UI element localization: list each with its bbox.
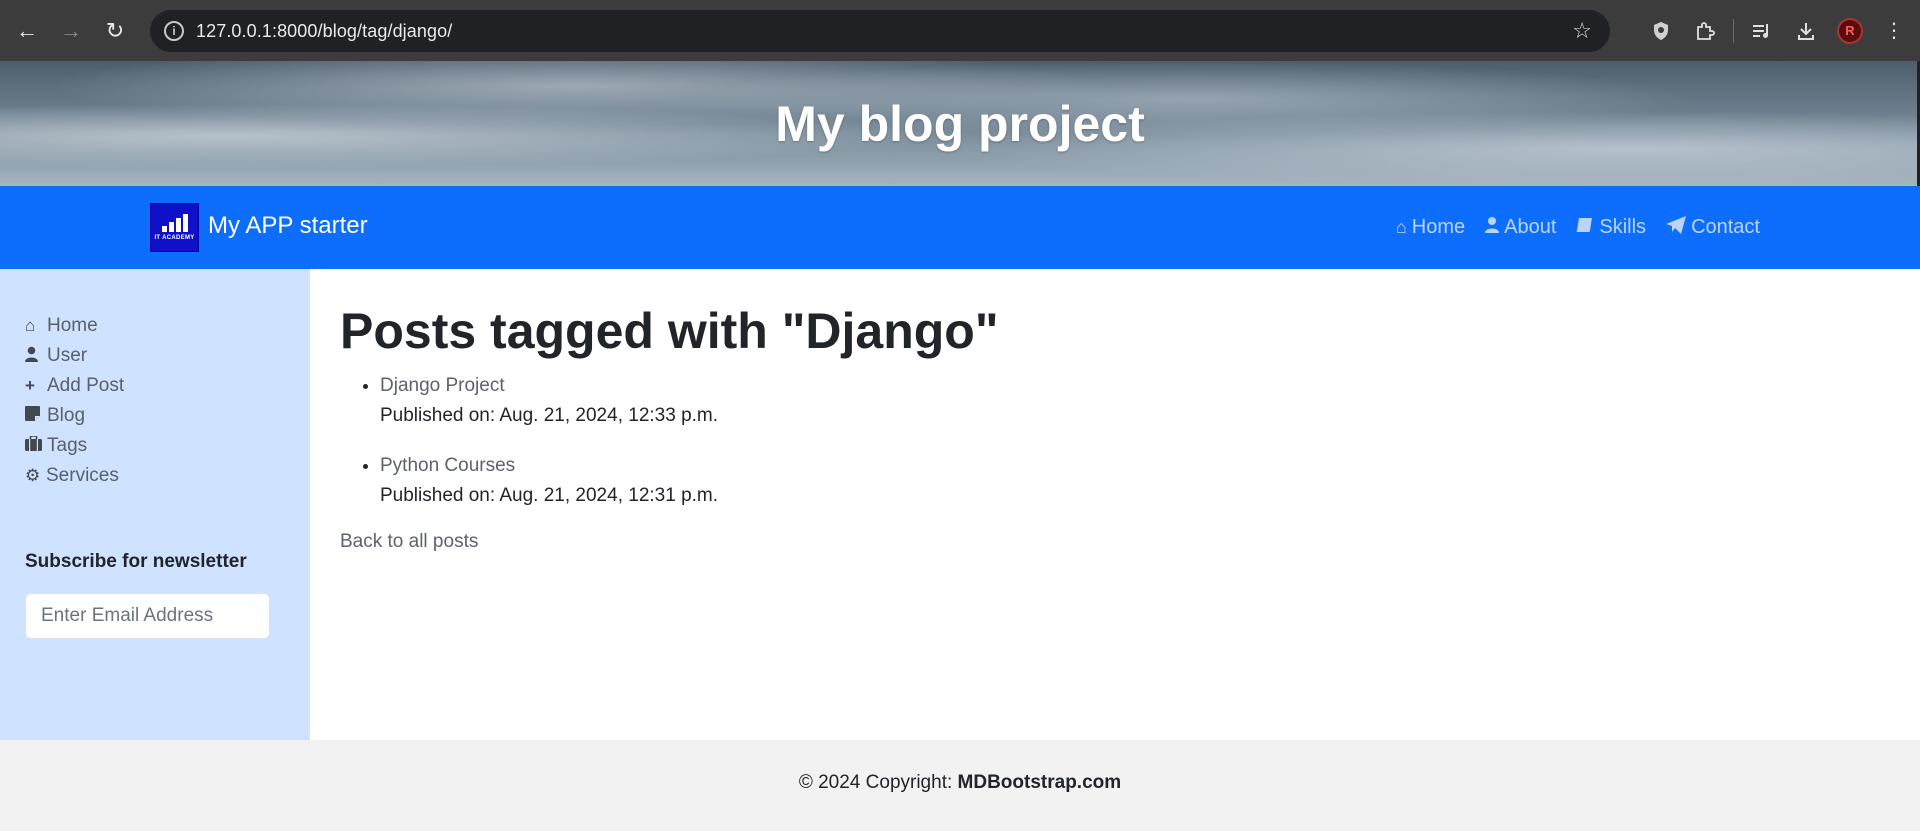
avatar: R bbox=[1837, 17, 1863, 44]
top-navbar: IT ACADEMY My APP starter ⌂ Home About S… bbox=[0, 186, 1920, 269]
bookmark-star-icon[interactable]: ☆ bbox=[1572, 18, 1592, 44]
back-button[interactable]: ← bbox=[6, 10, 48, 52]
sidebar-item-blog[interactable]: Blog bbox=[25, 401, 124, 431]
post-title-link[interactable]: Python Courses bbox=[380, 451, 718, 481]
nav-link-home[interactable]: ⌂ Home bbox=[1396, 216, 1465, 239]
menu-kebab-icon[interactable]: ⋮ bbox=[1872, 9, 1916, 53]
sidebar-item-add-post[interactable]: + Add Post bbox=[25, 371, 124, 401]
logo-bars bbox=[161, 214, 188, 232]
list-item: Django Project Published on: Aug. 21, 20… bbox=[380, 371, 718, 431]
extensions-area: R ⋮ bbox=[1639, 0, 1920, 61]
note-icon bbox=[25, 406, 47, 426]
sidebar: ⌂ Home User + Add Post Blog Tags ⚙ Servi… bbox=[0, 269, 310, 740]
media-queue-icon[interactable] bbox=[1740, 9, 1784, 53]
book-icon bbox=[1576, 217, 1594, 238]
nav-link-skills[interactable]: Skills bbox=[1576, 216, 1646, 239]
address-bar[interactable]: i 127.0.0.1:8000/blog/tag/django/ ☆ bbox=[150, 10, 1610, 52]
sidebar-item-label: Tags bbox=[47, 435, 88, 456]
logo-text: IT ACADEMY bbox=[154, 235, 195, 241]
gears-icon: ⚙ bbox=[25, 466, 41, 485]
home-icon: ⌂ bbox=[25, 316, 36, 335]
url-text[interactable]: 127.0.0.1:8000/blog/tag/django/ bbox=[196, 21, 452, 42]
arrow-left-icon: ← bbox=[16, 17, 38, 43]
navbar-links: ⌂ Home About Skills Contact bbox=[1396, 186, 1760, 269]
sidebar-item-label: User bbox=[47, 345, 88, 366]
sidebar-menu: ⌂ Home User + Add Post Blog Tags ⚙ Servi… bbox=[25, 311, 124, 491]
footer-site-link[interactable]: MDBootstrap.com bbox=[958, 772, 1122, 794]
browser-toolbar: ← → ↻ i 127.0.0.1:8000/blog/tag/django/ … bbox=[0, 0, 1920, 61]
footer: © 2024 Copyright: MDBootstrap.com bbox=[0, 740, 1920, 831]
site-info-icon[interactable]: i bbox=[164, 21, 184, 41]
nav-link-label: Skills bbox=[1599, 216, 1647, 238]
page-title: Posts tagged with "Django" bbox=[340, 303, 999, 359]
back-to-posts-link[interactable]: Back to all posts bbox=[340, 531, 478, 553]
user-icon bbox=[1485, 216, 1500, 239]
list-item: Python Courses Published on: Aug. 21, 20… bbox=[380, 451, 718, 511]
post-published-date: Published on: Aug. 21, 2024, 12:31 p.m. bbox=[380, 485, 719, 506]
sidebar-item-user[interactable]: User bbox=[25, 341, 124, 371]
hero-title: My blog project bbox=[775, 95, 1145, 152]
nav-link-label: Contact bbox=[1691, 216, 1760, 238]
sidebar-item-tags[interactable]: Tags bbox=[25, 431, 124, 461]
hero-banner: My blog project bbox=[0, 61, 1920, 186]
main-content: Posts tagged with "Django" Django Projec… bbox=[310, 269, 1920, 740]
forward-button[interactable]: → bbox=[50, 10, 92, 52]
arrow-right-icon: → bbox=[60, 17, 82, 43]
footer-copyright: © 2024 Copyright: bbox=[798, 771, 958, 793]
briefcase-icon bbox=[25, 435, 47, 456]
paper-plane-icon bbox=[1666, 216, 1687, 239]
reload-button[interactable]: ↻ bbox=[94, 10, 136, 52]
plus-icon: + bbox=[25, 376, 35, 395]
shield-extension-icon[interactable] bbox=[1639, 9, 1683, 53]
sidebar-item-label: Services bbox=[46, 465, 119, 486]
sidebar-item-label: Add Post bbox=[47, 375, 125, 396]
download-icon[interactable] bbox=[1784, 9, 1828, 53]
profile-avatar[interactable]: R bbox=[1828, 9, 1872, 53]
nav-link-contact[interactable]: Contact bbox=[1666, 216, 1760, 239]
sidebar-item-home[interactable]: ⌂ Home bbox=[25, 311, 124, 341]
home-icon: ⌂ bbox=[1395, 217, 1407, 237]
post-title-link[interactable]: Django Project bbox=[380, 371, 718, 401]
user-icon bbox=[25, 346, 47, 367]
post-published-date: Published on: Aug. 21, 2024, 12:33 p.m. bbox=[380, 405, 719, 426]
toolbar-separator bbox=[1733, 18, 1734, 43]
sidebar-item-label: Home bbox=[47, 315, 98, 336]
navbar-brand[interactable]: IT ACADEMY My APP starter bbox=[150, 203, 368, 252]
newsletter-title: Subscribe for newsletter bbox=[25, 551, 247, 572]
post-list: Django Project Published on: Aug. 21, 20… bbox=[340, 371, 718, 531]
sidebar-item-label: Blog bbox=[47, 405, 86, 426]
email-field[interactable] bbox=[25, 593, 270, 639]
nav-link-label: Home bbox=[1411, 216, 1466, 238]
nav-link-about[interactable]: About bbox=[1485, 216, 1556, 239]
brand-name[interactable]: My APP starter bbox=[208, 212, 368, 240]
puzzle-extensions-icon[interactable] bbox=[1683, 9, 1727, 53]
brand-logo: IT ACADEMY bbox=[150, 203, 199, 252]
nav-link-label: About bbox=[1504, 216, 1557, 238]
reload-icon: ↻ bbox=[105, 17, 125, 43]
sidebar-item-services[interactable]: ⚙ Services bbox=[25, 461, 124, 491]
